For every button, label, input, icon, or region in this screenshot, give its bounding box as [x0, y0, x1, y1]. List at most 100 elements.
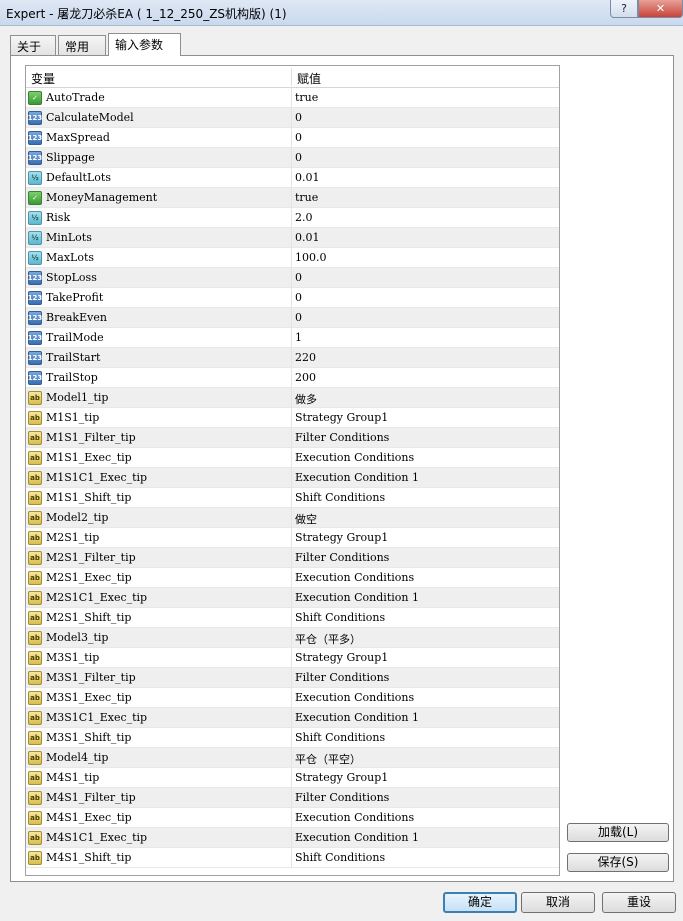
- parameter-value[interactable]: Strategy Group1: [295, 411, 388, 424]
- parameter-row[interactable]: ab M3S1_tip Strategy Group1: [26, 648, 559, 668]
- parameter-row[interactable]: ab M4S1_Exec_tip Execution Conditions: [26, 808, 559, 828]
- parameter-value[interactable]: 0.01: [295, 231, 320, 244]
- parameter-value[interactable]: Execution Conditions: [295, 451, 414, 464]
- parameter-name: M2S1_Shift_tip: [46, 611, 132, 624]
- parameter-value[interactable]: Shift Conditions: [295, 851, 385, 864]
- parameter-row[interactable]: ab M1S1_Filter_tip Filter Conditions: [26, 428, 559, 448]
- parameter-row[interactable]: ab M3S1_Filter_tip Filter Conditions: [26, 668, 559, 688]
- parameter-row[interactable]: 123 TrailStart 220: [26, 348, 559, 368]
- parameter-value[interactable]: 0: [295, 311, 302, 324]
- parameter-value[interactable]: Shift Conditions: [295, 611, 385, 624]
- parameter-row[interactable]: 123 TrailStop 200: [26, 368, 559, 388]
- parameters-grid: 变量 赋值 ✓ AutoTrade true 123 CalculateModel 0 12…: [25, 65, 560, 876]
- parameter-row[interactable]: ½ MinLots 0.01: [26, 228, 559, 248]
- parameter-row[interactable]: 123 Slippage 0: [26, 148, 559, 168]
- parameter-row[interactable]: 123 TrailMode 1: [26, 328, 559, 348]
- close-button[interactable]: ✕: [638, 0, 683, 18]
- parameter-value[interactable]: Filter Conditions: [295, 791, 389, 804]
- parameter-row[interactable]: ab Model4_tip 平仓（平空）: [26, 748, 559, 768]
- parameter-value[interactable]: 平仓（平多）: [295, 631, 361, 647]
- save-button[interactable]: 保存(S): [567, 853, 669, 872]
- parameter-value[interactable]: Execution Conditions: [295, 571, 414, 584]
- parameter-row[interactable]: ab M2S1C1_Exec_tip Execution Condition 1: [26, 588, 559, 608]
- parameter-row[interactable]: ✓ MoneyManagement true: [26, 188, 559, 208]
- column-divider[interactable]: [291, 68, 292, 86]
- parameter-row[interactable]: ab M1S1_Exec_tip Execution Conditions: [26, 448, 559, 468]
- parameter-row[interactable]: ½ MaxLots 100.0: [26, 248, 559, 268]
- parameter-row[interactable]: ab M3S1_Shift_tip Shift Conditions: [26, 728, 559, 748]
- parameter-row[interactable]: 123 StopLoss 0: [26, 268, 559, 288]
- parameter-value[interactable]: Strategy Group1: [295, 531, 388, 544]
- ok-button[interactable]: 确定: [443, 892, 517, 913]
- parameter-row[interactable]: ab M3S1C1_Exec_tip Execution Condition 1: [26, 708, 559, 728]
- double-type-icon: ½: [28, 251, 42, 265]
- parameter-row[interactable]: ½ Risk 2.0: [26, 208, 559, 228]
- tab-inputs[interactable]: 输入参数: [108, 33, 181, 56]
- cell-divider: [291, 388, 292, 408]
- parameter-value[interactable]: 220: [295, 351, 316, 364]
- parameter-value[interactable]: Filter Conditions: [295, 671, 389, 684]
- parameter-value[interactable]: 0: [295, 151, 302, 164]
- parameter-row[interactable]: ab Model2_tip 做空: [26, 508, 559, 528]
- parameter-value[interactable]: Shift Conditions: [295, 731, 385, 744]
- parameter-value[interactable]: Execution Conditions: [295, 811, 414, 824]
- parameter-value[interactable]: true: [295, 191, 318, 204]
- parameter-value[interactable]: Filter Conditions: [295, 431, 389, 444]
- parameter-row[interactable]: ab M1S1_tip Strategy Group1: [26, 408, 559, 428]
- column-header-value[interactable]: 赋值: [297, 70, 321, 87]
- parameter-value[interactable]: 0.01: [295, 171, 320, 184]
- parameter-row[interactable]: ab M3S1_Exec_tip Execution Conditions: [26, 688, 559, 708]
- parameter-row[interactable]: ab M1S1C1_Exec_tip Execution Condition 1: [26, 468, 559, 488]
- parameter-value[interactable]: Strategy Group1: [295, 771, 388, 784]
- parameter-value[interactable]: Execution Condition 1: [295, 711, 419, 724]
- cancel-button[interactable]: 取消: [521, 892, 595, 913]
- parameter-row[interactable]: ab Model3_tip 平仓（平多）: [26, 628, 559, 648]
- parameter-value[interactable]: 100.0: [295, 251, 327, 264]
- parameter-row[interactable]: ab M4S1_Filter_tip Filter Conditions: [26, 788, 559, 808]
- parameter-row[interactable]: ab M4S1_tip Strategy Group1: [26, 768, 559, 788]
- parameter-name: M2S1C1_Exec_tip: [46, 591, 148, 604]
- parameter-value[interactable]: 2.0: [295, 211, 313, 224]
- parameter-value[interactable]: 0: [295, 131, 302, 144]
- parameter-row[interactable]: ab M2S1_Filter_tip Filter Conditions: [26, 548, 559, 568]
- parameter-row[interactable]: ab Model1_tip 做多: [26, 388, 559, 408]
- parameter-value[interactable]: Strategy Group1: [295, 651, 388, 664]
- parameter-value[interactable]: 做多: [295, 391, 317, 407]
- parameter-value[interactable]: 1: [295, 331, 302, 344]
- parameter-row[interactable]: ab M2S1_Exec_tip Execution Conditions: [26, 568, 559, 588]
- parameter-row[interactable]: ½ DefaultLots 0.01: [26, 168, 559, 188]
- parameter-row[interactable]: ab M2S1_tip Strategy Group1: [26, 528, 559, 548]
- parameter-row[interactable]: 123 CalculateModel 0: [26, 108, 559, 128]
- parameter-value[interactable]: 做空: [295, 511, 317, 527]
- reset-button[interactable]: 重设: [602, 892, 676, 913]
- parameter-value[interactable]: Execution Condition 1: [295, 471, 419, 484]
- parameter-value[interactable]: Filter Conditions: [295, 551, 389, 564]
- parameter-row[interactable]: ab M4S1C1_Exec_tip Execution Condition 1: [26, 828, 559, 848]
- string-type-icon: ab: [28, 791, 42, 805]
- tab-about[interactable]: 关于: [10, 35, 56, 55]
- parameter-value[interactable]: 0: [295, 271, 302, 284]
- parameter-value[interactable]: 200: [295, 371, 316, 384]
- parameter-value[interactable]: true: [295, 91, 318, 104]
- parameter-value[interactable]: 0: [295, 111, 302, 124]
- help-button[interactable]: ?: [610, 0, 638, 18]
- parameter-value[interactable]: 0: [295, 291, 302, 304]
- column-header-variable[interactable]: 变量: [31, 70, 55, 87]
- parameter-row[interactable]: 123 TakeProfit 0: [26, 288, 559, 308]
- parameter-row[interactable]: 123 MaxSpread 0: [26, 128, 559, 148]
- parameter-row[interactable]: 123 BreakEven 0: [26, 308, 559, 328]
- parameter-value[interactable]: Execution Conditions: [295, 691, 414, 704]
- parameter-value[interactable]: Execution Condition 1: [295, 831, 419, 844]
- parameter-row[interactable]: ✓ AutoTrade true: [26, 88, 559, 108]
- parameter-row[interactable]: ab M1S1_Shift_tip Shift Conditions: [26, 488, 559, 508]
- parameter-row[interactable]: ab M2S1_Shift_tip Shift Conditions: [26, 608, 559, 628]
- tab-common[interactable]: 常用: [58, 35, 106, 55]
- parameter-value[interactable]: 平仓（平空）: [295, 751, 361, 767]
- cell-divider: [291, 408, 292, 428]
- parameter-name: M4S1C1_Exec_tip: [46, 831, 148, 844]
- parameter-name: M4S1_Exec_tip: [46, 811, 132, 824]
- parameter-row[interactable]: ab M4S1_Shift_tip Shift Conditions: [26, 848, 559, 868]
- load-button[interactable]: 加载(L): [567, 823, 669, 842]
- parameter-value[interactable]: Execution Condition 1: [295, 591, 419, 604]
- parameter-value[interactable]: Shift Conditions: [295, 491, 385, 504]
